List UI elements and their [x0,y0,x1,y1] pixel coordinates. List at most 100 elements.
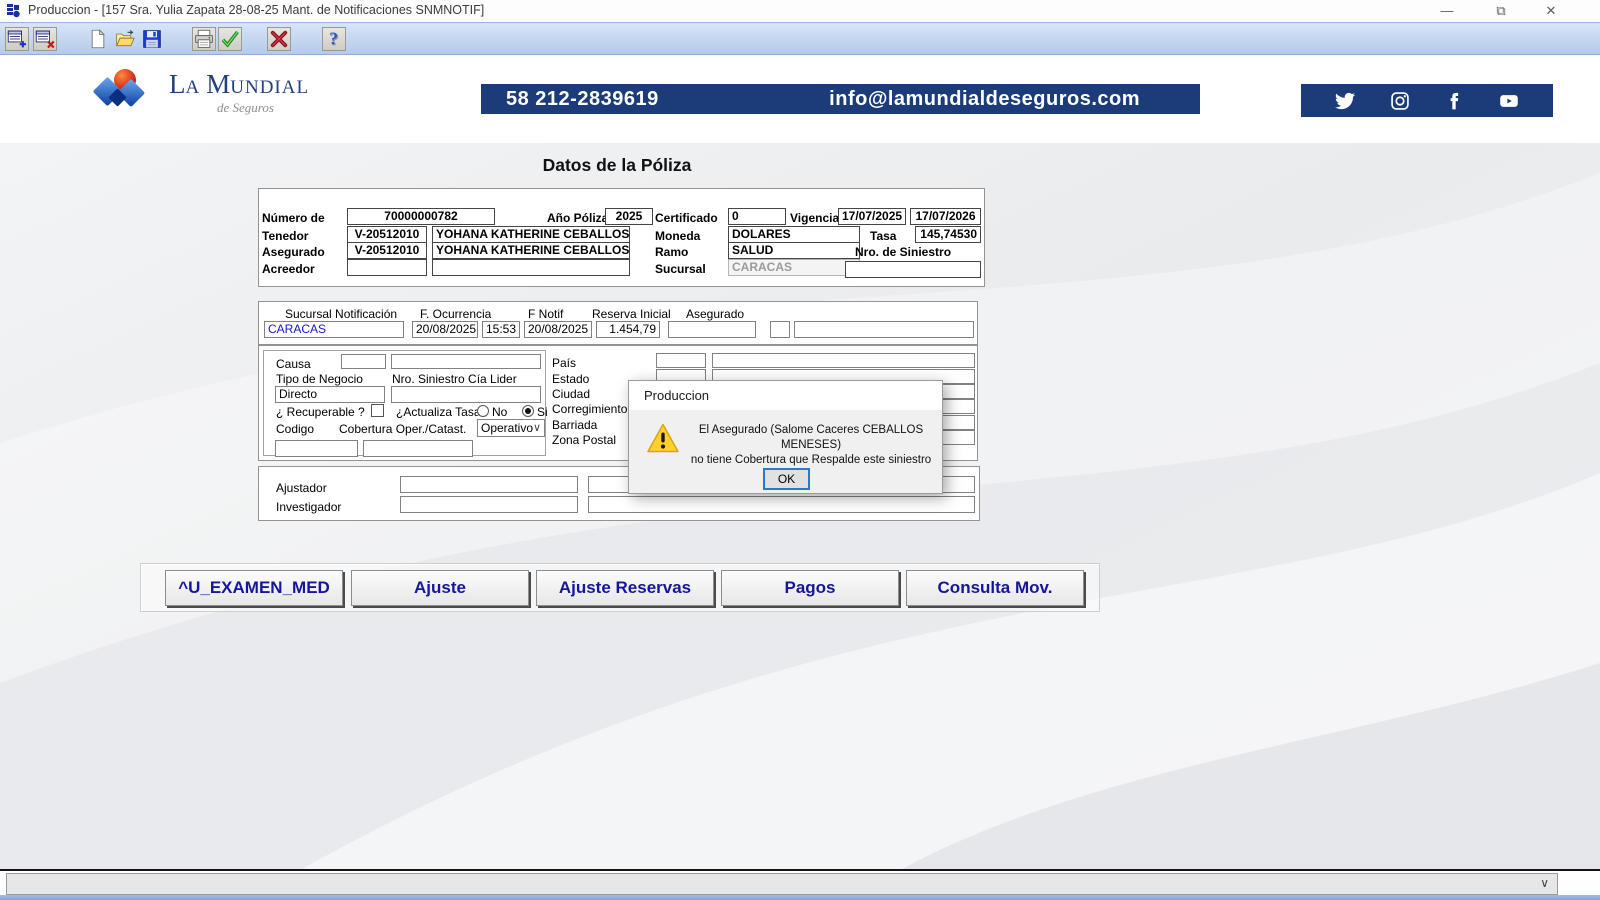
email-address: info@lamundialdeseguros.com [829,88,1140,111]
consulta-mov-button[interactable]: Consulta Mov. [906,570,1084,606]
sucursal-notificacion-field[interactable]: CARACAS [264,321,404,338]
asegurado-nombre-field[interactable]: YOHANA KATHERINE CEBALLOS [432,242,630,259]
asegurado-nombre-notif-field[interactable] [794,321,974,338]
help-icon[interactable]: ?? [322,27,346,51]
message-dialog: Produccion El Asegurado (Salome Caceres … [628,380,943,494]
restore-button[interactable]: ⧉ [1478,0,1524,22]
asegurado-id-field[interactable]: V-20512010 [347,242,427,259]
save-icon[interactable] [140,27,164,51]
add-record-icon[interactable] [5,27,29,51]
delete-record-icon[interactable] [33,27,57,51]
acreedor-id-field[interactable] [347,259,427,276]
nro-siniestro-lider-field[interactable] [391,386,541,403]
actualiza-tasa-no-radio[interactable] [477,405,489,417]
tasa-label: Tasa [870,229,896,243]
pais-field[interactable] [712,353,975,368]
moneda-field[interactable]: DOLARES [728,226,860,243]
new-document-icon[interactable] [86,27,110,51]
ok-button[interactable]: OK [763,468,810,490]
investigador-cod-field[interactable] [400,496,578,513]
application-window: Produccion - [157 Sra. Yulia Zapata 28-0… [0,0,1600,900]
twitter-icon[interactable] [1335,91,1355,111]
cobertura-dropdown[interactable]: Operativo ∨ [477,419,545,437]
youtube-icon[interactable] [1499,91,1519,111]
vigencia-desde-field[interactable]: 17/07/2025 [838,208,906,225]
recuperable-checkbox[interactable] [371,404,384,417]
contact-bar: 58 212-2839619 info@lamundialdeseguros.c… [481,84,1200,114]
minimize-button[interactable]: — [1424,0,1470,22]
nro-siniestro-label: Nro. de Siniestro [855,245,951,259]
nro-siniestro-field[interactable] [845,261,981,278]
sucursal-label: Sucursal [655,262,706,276]
company-logo: LAMUNDIAL de Seguros [85,63,309,115]
acreedor-nombre-field[interactable] [432,259,630,276]
barriada-label: Barriada [552,418,597,432]
ajustador-cod-field[interactable] [400,476,578,493]
ramo-field[interactable]: SALUD [728,242,860,259]
nro-siniestro-lider-label: Nro. Siniestro Cía Lider [392,372,517,386]
page-title: Datos de la Póliza [234,155,1000,176]
radio-no-label: No [492,405,507,419]
svg-text:?: ? [329,29,338,48]
phone-number: 58 212-2839619 [506,88,659,111]
corregimiento-label: Corregimiento [552,402,627,416]
title-bar: Produccion - [157 Sra. Yulia Zapata 28-0… [0,0,1600,22]
asegurado-check-field[interactable] [770,321,790,338]
ramo-label: Ramo [655,245,688,259]
instagram-icon[interactable] [1390,91,1410,111]
ajuste-button[interactable]: Ajuste [351,570,529,606]
f-ocurrencia-hora-field[interactable]: 15:53 [482,321,520,338]
tasa-field[interactable]: 145,74530 [915,226,981,243]
main-content: Datos de la Póliza Número de 70000000782… [0,143,1600,870]
actualiza-tasa-si-radio[interactable] [522,405,534,417]
cobertura-label: Cobertura Oper./Catast. [339,422,466,436]
certificado-label: Certificado [655,211,718,225]
codigo-label: Codigo [276,422,314,436]
warning-icon [647,423,679,453]
tipo-negocio-field[interactable]: Directo [275,386,385,403]
open-file-icon[interactable] [113,27,137,51]
f-notif-field[interactable]: 20/08/2025 [524,321,592,338]
dialog-message: El Asegurado (Salome Caceres CEBALLOS ME… [687,423,935,468]
numero-label: Número de [262,211,325,225]
causa-cod-field[interactable] [341,354,386,369]
investigador-label: Investigador [276,500,341,514]
pais-label: País [552,356,576,370]
asegurado-label: Asegurado [262,245,325,259]
examen-medico-button[interactable]: ^U_EXAMEN_MED [165,570,343,606]
codigo-field[interactable] [275,440,358,457]
confirm-icon[interactable] [218,27,242,51]
investigador-field[interactable] [588,496,975,513]
estado-label: Estado [552,372,589,386]
causa-desc-field[interactable] [391,354,541,369]
vigencia-label: Vigencia [790,211,839,225]
tenedor-nombre-field[interactable]: YOHANA KATHERINE CEBALLOS [432,226,630,243]
print-icon[interactable] [192,27,216,51]
certificado-field[interactable]: 0 [728,208,786,225]
numero-field[interactable]: 70000000782 [347,208,495,225]
ano-poliza-label: Año Póliza [547,211,608,225]
radio-si-label: Si [537,405,548,419]
reserva-inicial-field[interactable]: 1.454,79 [596,321,660,338]
facebook-icon[interactable] [1444,91,1464,111]
chevron-down-icon: ∨ [533,420,541,436]
pais-cod-field[interactable] [656,353,706,368]
ajuste-reservas-button[interactable]: Ajuste Reservas [536,570,714,606]
app-icon [6,3,22,19]
ano-poliza-field[interactable]: 2025 [605,208,653,225]
asegurado-notif-label: Asegurado [686,307,744,321]
f-ocurrencia-fecha-field[interactable]: 20/08/2025 [412,321,478,338]
cobertura-desc-field[interactable] [363,440,473,457]
asegurado-codigo-field[interactable] [668,321,756,338]
pagos-button[interactable]: Pagos [721,570,899,606]
vigencia-hasta-field[interactable]: 17/07/2026 [910,208,981,225]
tenedor-id-field[interactable]: V-20512010 [347,226,427,243]
header: LAMUNDIAL de Seguros 58 212-2839619 info… [0,55,1600,143]
cancel-icon[interactable] [267,27,291,51]
close-button[interactable]: ✕ [1528,0,1574,22]
status-combobox[interactable]: ∨ [6,873,1558,895]
dialog-title: Produccion [629,381,942,410]
logo-mark-icon [85,63,159,115]
toolbar: ?? [0,22,1600,55]
acreedor-label: Acreedor [262,262,315,276]
